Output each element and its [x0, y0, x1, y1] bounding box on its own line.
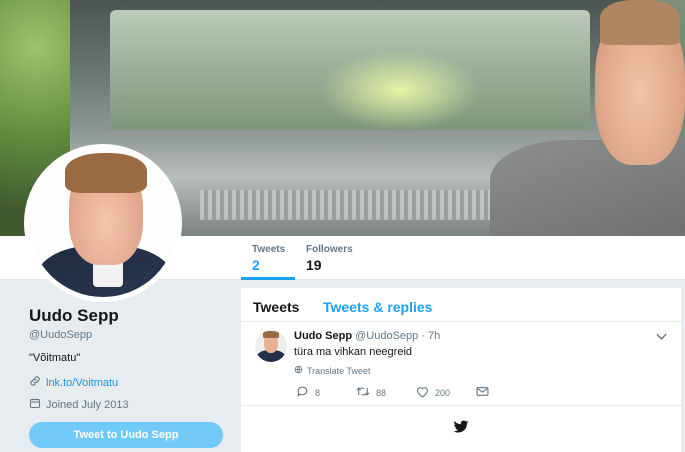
tweet-to-button[interactable]: Tweet to Uudo Sepp [29, 422, 223, 448]
profile-link-row: lnk.to/Voitmatu [29, 375, 118, 390]
stat-followers-value: 19 [306, 257, 322, 273]
tweet-avatar[interactable] [255, 330, 287, 362]
envelope-icon [476, 386, 489, 399]
retweet-count: 88 [376, 387, 387, 398]
reply-count: 8 [315, 387, 321, 398]
tweet-author-handle[interactable]: @UudoSepp [355, 330, 418, 342]
reply-icon [296, 385, 309, 400]
chevron-down-icon[interactable] [656, 330, 667, 344]
profile-handle[interactable]: @UudoSepp [29, 329, 92, 341]
banner-glow [320, 50, 480, 130]
twitter-bird-icon [453, 420, 469, 439]
tab-tweets-and-replies[interactable]: Tweets & replies [323, 299, 432, 315]
retweet-button[interactable]: 88 [356, 385, 416, 400]
reply-button[interactable]: 8 [296, 385, 356, 400]
retweet-icon [356, 385, 370, 400]
banner-person-hair [600, 0, 680, 45]
stat-tweets-label: Tweets [252, 244, 286, 255]
tweet-header: Uudo Sepp @UudoSepp · 7h [294, 330, 440, 342]
calendar-icon [29, 397, 41, 412]
banner-person [490, 0, 685, 236]
stat-followers-label: Followers [306, 244, 353, 255]
profile-joined-row: Joined July 2013 [29, 397, 129, 412]
link-icon [29, 375, 41, 390]
stat-followers[interactable]: Followers 19 [306, 244, 353, 273]
like-count: 200 [435, 387, 451, 398]
heart-icon [416, 386, 429, 400]
profile-link[interactable]: lnk.to/Voitmatu [46, 377, 118, 389]
profile-bio: "Võitmatu" [29, 352, 81, 364]
translate-tweet[interactable]: Translate Tweet [294, 365, 371, 376]
avatar-hair [65, 153, 147, 193]
profile-avatar[interactable] [24, 144, 182, 302]
active-tab-indicator [241, 277, 295, 280]
tweet-text: türa ma vihkan neegreid [294, 346, 413, 358]
timeline-tabs: Tweets Tweets & replies [241, 288, 681, 322]
globe-icon [294, 365, 303, 376]
tweet-timestamp[interactable]: · 7h [421, 330, 440, 342]
stat-tweets-value: 2 [252, 257, 260, 273]
tweet-actions: 8 88 200 [296, 385, 489, 400]
tweet-author-name[interactable]: Uudo Sepp [294, 330, 352, 342]
timeline: Tweets Tweets & replies Uudo Sepp @UudoS… [241, 288, 681, 452]
direct-message-button[interactable] [476, 386, 489, 399]
tweet-item[interactable]: Uudo Sepp @UudoSepp · 7h türa ma vihkan … [241, 322, 681, 406]
translate-label: Translate Tweet [307, 365, 371, 376]
profile-name[interactable]: Uudo Sepp [29, 306, 119, 326]
stat-tweets[interactable]: Tweets 2 [252, 244, 285, 273]
profile-joined: Joined July 2013 [46, 398, 129, 411]
tab-tweets[interactable]: Tweets [253, 299, 299, 315]
like-button[interactable]: 200 [416, 386, 476, 400]
